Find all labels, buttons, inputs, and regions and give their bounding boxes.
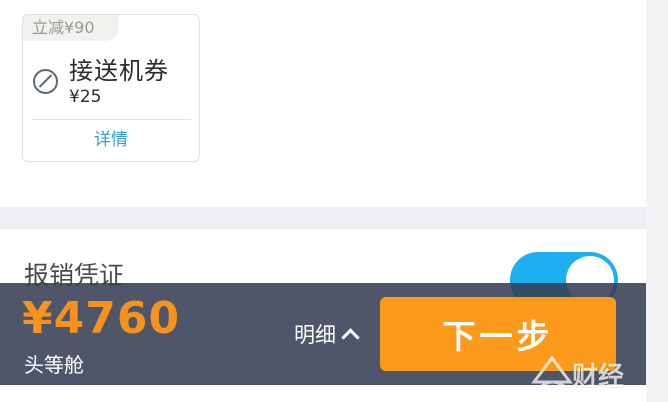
chevron-up-icon xyxy=(341,327,360,347)
section-divider xyxy=(0,207,646,229)
watermark: 财经 caijing.ce.cn xyxy=(530,352,660,398)
coupon-price: ¥25 xyxy=(69,87,102,107)
discount-tag: 立减¥90 xyxy=(23,15,119,41)
total-price: ¥4760 xyxy=(22,293,181,344)
watermark-logo-icon xyxy=(531,355,573,388)
card-divider xyxy=(31,119,191,120)
price-detail-toggle[interactable]: 明细 xyxy=(294,319,360,349)
coupon-detail-link[interactable]: 详情 xyxy=(23,125,199,150)
coupon-card[interactable]: 立减¥90 接送机券 ¥25 详情 xyxy=(22,14,200,162)
coupon-radio-icon[interactable] xyxy=(33,69,58,94)
right-edge xyxy=(646,0,668,402)
price-detail-label: 明细 xyxy=(294,323,336,347)
coupon-title: 接送机券 xyxy=(69,57,169,85)
watermark-subtext: caijing.ce.cn xyxy=(572,386,627,394)
cabin-class: 头等舱 xyxy=(24,353,84,377)
